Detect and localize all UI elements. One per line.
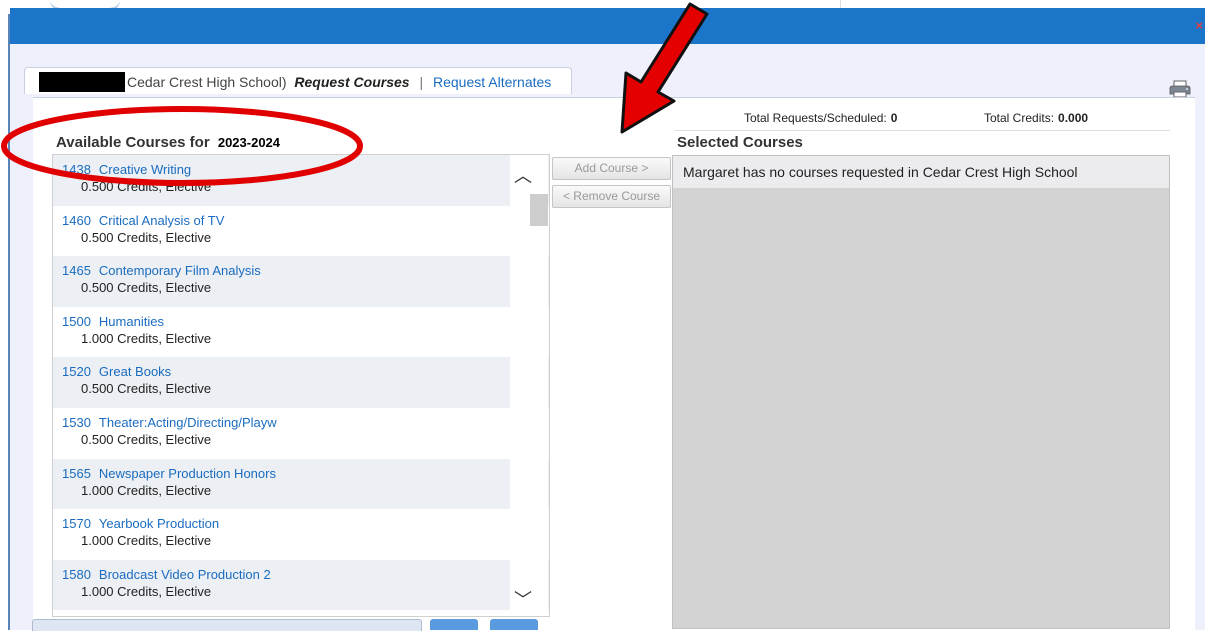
course-number: 1460 xyxy=(62,212,91,228)
course-credits: 0.500 Credits, Elective xyxy=(81,381,212,397)
course-link[interactable]: 1580 Broadcast Video Production 2 xyxy=(62,567,271,582)
available-courses-list[interactable]: 1438 Creative Writing 0.500 Credits, Elec… xyxy=(52,154,550,617)
annotation-ellipse xyxy=(1,106,363,186)
course-link[interactable]: 1460 Critical Analysis of TV xyxy=(62,213,224,228)
add-course-button[interactable]: Add Course > xyxy=(552,157,671,180)
course-number: 1530 xyxy=(62,414,91,430)
chevron-down-icon[interactable]: ﹀ xyxy=(514,586,532,612)
total-requests-value: 0 xyxy=(890,111,898,125)
course-link[interactable]: 1520 Great Books xyxy=(62,364,171,379)
course-name: Humanities xyxy=(98,313,164,329)
course-number: 1565 xyxy=(62,465,91,481)
bottom-toolbar-button[interactable] xyxy=(490,619,538,630)
tab-separator: | xyxy=(419,74,424,90)
total-credits-stat: Total Credits: 0.000 xyxy=(984,111,1088,125)
course-name: Broadcast Video Production 2 xyxy=(98,566,271,582)
bottom-toolbar-button[interactable] xyxy=(430,619,478,630)
redacted-name xyxy=(39,72,125,92)
course-item[interactable]: 1520 Great Books 0.500 Credits, Elective xyxy=(53,357,549,408)
course-item[interactable]: 1530 Theater:Acting/Directing/Playw 0.500… xyxy=(53,407,549,459)
course-number: 1520 xyxy=(62,364,91,380)
tab-request-alternates[interactable]: Request Alternates xyxy=(433,74,551,90)
course-item[interactable]: 1460 Critical Analysis of TV 0.500 Credit… xyxy=(53,205,549,257)
course-link[interactable]: 1570 Yearbook Production xyxy=(62,516,219,531)
no-courses-message: Margaret has no courses requested in Ced… xyxy=(673,156,1169,188)
course-item[interactable]: 1570 Yearbook Production 1.000 Credits, E… xyxy=(53,509,549,560)
course-name: Theater:Acting/Directing/Playw xyxy=(98,414,277,430)
course-link[interactable]: 1565 Newspaper Production Honors xyxy=(62,466,276,481)
course-name: Newspaper Production Honors xyxy=(98,465,276,481)
remove-course-button[interactable]: < Remove Course xyxy=(552,185,671,208)
course-link[interactable]: 1530 Theater:Acting/Directing/Playw xyxy=(62,415,277,430)
course-credits: 0.500 Credits, Elective xyxy=(81,229,212,245)
course-number: 1570 xyxy=(62,516,91,532)
course-name: Yearbook Production xyxy=(98,516,220,532)
course-credits: 0.500 Credits, Elective xyxy=(81,280,212,296)
stats-divider xyxy=(675,130,1170,131)
chevron-up-icon[interactable]: ︿ xyxy=(514,162,532,188)
course-credits: 1.000 Credits, Elective xyxy=(81,583,212,599)
tab-bar: Cedar Crest High School) Request Courses… xyxy=(24,67,572,94)
bottom-toolbar-field[interactable] xyxy=(32,619,422,631)
course-credits: 1.000 Credits, Elective xyxy=(81,533,212,549)
course-name: Contemporary Film Analysis xyxy=(98,263,261,279)
total-credits-label: Total Credits: xyxy=(984,111,1055,125)
course-link[interactable]: 1465 Contemporary Film Analysis xyxy=(62,263,261,278)
tab-request-courses[interactable]: Request Courses xyxy=(294,74,409,90)
scrollbar-thumb[interactable] xyxy=(530,194,548,226)
course-link[interactable]: 1500 Humanities xyxy=(62,314,164,329)
course-credits: 1.000 Credits, Elective xyxy=(81,482,212,498)
course-credits: 1.000 Credits, Elective xyxy=(81,330,212,346)
tab-school-label: Cedar Crest High School) xyxy=(127,74,287,90)
course-number: 1500 xyxy=(62,313,91,329)
annotation-arrow xyxy=(620,2,709,134)
course-credits: 0.500 Credits, Elective xyxy=(81,431,212,447)
course-item[interactable]: 1580 Broadcast Video Production 2 1.000 C… xyxy=(53,559,549,611)
course-number: 1465 xyxy=(62,263,91,279)
course-item[interactable]: 1565 Newspaper Production Honors 1.000 Cr… xyxy=(53,458,549,510)
course-name: Critical Analysis of TV xyxy=(98,212,225,228)
total-requests-label: Total Requests/Scheduled: xyxy=(744,111,887,125)
total-credits-value: 0.000 xyxy=(1058,111,1089,125)
total-requests-stat: Total Requests/Scheduled: 0 xyxy=(744,111,897,125)
course-number: 1580 xyxy=(62,566,91,582)
course-name: Great Books xyxy=(98,364,172,380)
tab-labels: Cedar Crest High School) Request Courses… xyxy=(127,74,551,90)
selected-courses-list[interactable]: Margaret has no courses requested in Ced… xyxy=(672,155,1170,629)
printer-icon[interactable] xyxy=(1168,80,1192,98)
course-item[interactable]: 1500 Humanities 1.000 Credits, Elective xyxy=(53,306,549,358)
close-icon[interactable]: × xyxy=(1195,18,1203,33)
course-item[interactable]: 1465 Contemporary Film Analysis 0.500 Cre… xyxy=(53,256,549,307)
